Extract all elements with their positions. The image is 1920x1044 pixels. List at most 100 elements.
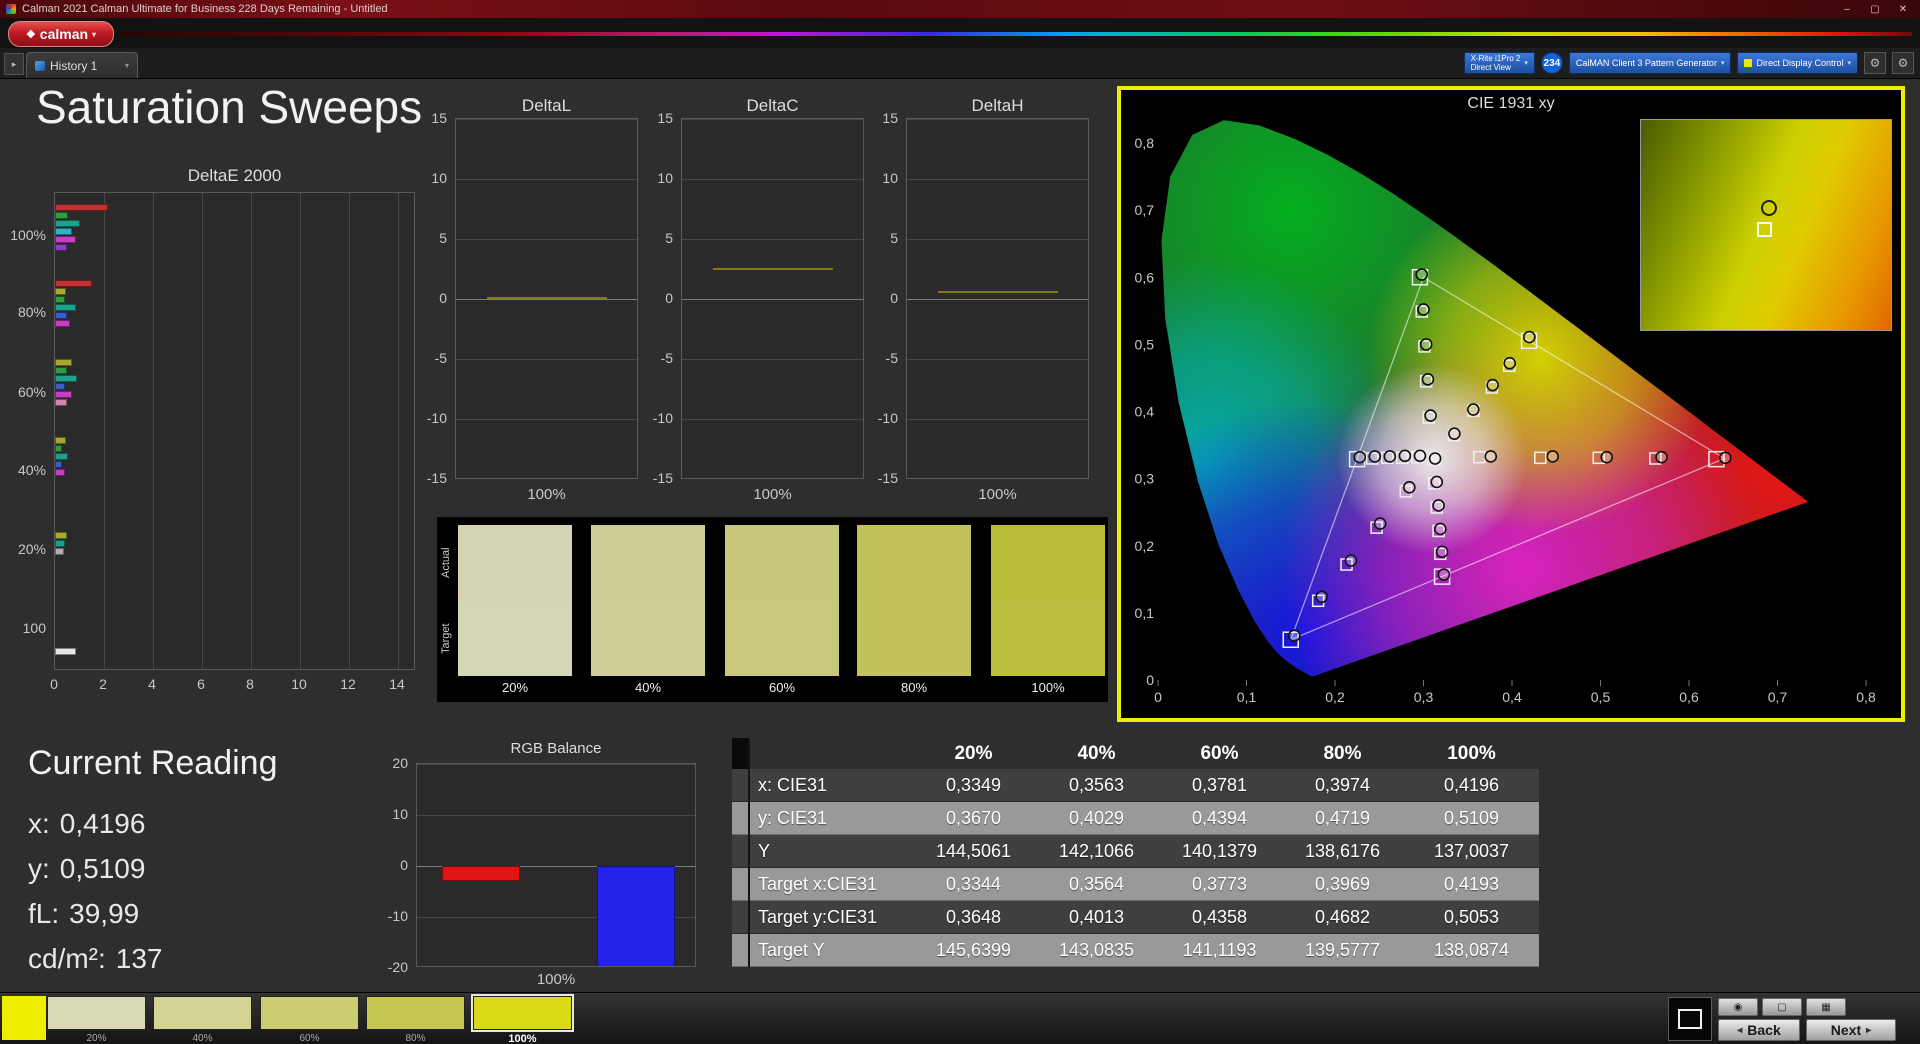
next-button[interactable]: Next ▸ [1806, 1019, 1896, 1041]
deltah-chart-title: DeltaH [971, 96, 1024, 115]
window-titlebar: Calman 2021 Calman Ultimate for Business… [0, 0, 1920, 18]
saturation-level-button-20%[interactable] [47, 996, 146, 1030]
display-capture-button[interactable]: ▢ [1762, 998, 1802, 1016]
cie-measured-marker-blue [1287, 629, 1301, 642]
printer-button[interactable]: ▦ [1806, 998, 1846, 1016]
table-row-gutter [732, 835, 750, 868]
deltac-x-label: 100% [753, 486, 792, 503]
swatch-actual [857, 525, 971, 601]
saturation-level-button-60%[interactable] [260, 996, 359, 1030]
minimize-button[interactable]: – [1836, 4, 1858, 15]
table-cell: 139,5777 [1281, 934, 1404, 967]
cie-y-tick: 0 [1146, 672, 1154, 688]
cie-y-tick: 0,4 [1135, 404, 1155, 420]
delta-gridline [456, 179, 637, 180]
cie-x-tick: 0,8 [1856, 689, 1876, 705]
delta-y-tick: 5 [439, 230, 447, 246]
delta-gridline [456, 239, 637, 240]
history-tab-icon [35, 60, 45, 71]
delta-y-tick: 5 [890, 230, 898, 246]
reading-fl-value: 39,99 [69, 898, 140, 929]
delta-gridline [682, 419, 863, 420]
deltae-bar [55, 540, 65, 547]
deltac-y-axis: 15 10 5 0 -5 -10 -15 [635, 110, 677, 486]
saturation-level-button-100%[interactable] [471, 994, 574, 1032]
table-cell: 0,4013 [1035, 901, 1158, 934]
back-button-label: Back [1747, 1022, 1781, 1038]
table-row-label: x: CIE31 [750, 769, 912, 802]
saturation-level-button-40%[interactable] [153, 996, 252, 1030]
pattern-window-button[interactable] [1668, 997, 1712, 1041]
table-cell: 0,4193 [1404, 868, 1539, 901]
tab-history-1[interactable]: History 1 ▾ [26, 52, 138, 78]
measurement-table: 20% 40% 60% 80% 100% x: CIE31 0,3349 0,3563 0,37… [732, 738, 1539, 967]
swatch-label: 80% [900, 680, 928, 695]
deltae-bar [55, 288, 67, 295]
delta-y-tick: 10 [882, 170, 898, 186]
cie-measured-marker-red [1484, 450, 1498, 463]
table-cell: 141,1193 [1158, 934, 1281, 967]
deltae-y-tick: 20% [17, 541, 46, 557]
deltae-gridline [251, 193, 252, 669]
deltah-x-label: 100% [978, 486, 1017, 503]
workflow-gear-button[interactable]: ⚙ [1892, 52, 1914, 74]
delta-y-tick: -15 [426, 470, 447, 486]
saturation-swatch-20% [458, 525, 572, 676]
delta-gridline [907, 179, 1088, 180]
deltal-chart [455, 118, 638, 479]
reading-y-value: 0,5109 [59, 853, 146, 884]
cie-measured-marker-white [1428, 452, 1442, 465]
table-cell: 0,5053 [1404, 901, 1539, 934]
sidebar-expander-button[interactable]: ▸ [4, 53, 24, 75]
table-cell: 143,0835 [1035, 934, 1158, 967]
deltae-gridline [349, 193, 350, 669]
cie-y-tick: 0,7 [1135, 202, 1155, 218]
cie-measured-marker-yellow [1448, 427, 1461, 440]
current-reading-panel: Current Reading x: 0,4196 y: 0,5109 fL: 39,… [28, 744, 277, 981]
delta-y-tick: 0 [439, 290, 447, 306]
display-control-dropdown[interactable]: Direct Display Control ▾ [1737, 52, 1858, 74]
saturation-level-label: 100% [508, 1033, 537, 1044]
table-cell: 0,3781 [1158, 769, 1281, 802]
luminance-badge: 234 [1540, 52, 1563, 74]
meter-line2: Direct View [1470, 63, 1511, 72]
cie-y-tick: 0,2 [1135, 538, 1155, 554]
cie-measured-marker-green [1415, 268, 1429, 281]
deltae-bar [55, 244, 68, 251]
delta-y-tick: -10 [877, 410, 898, 426]
table-row-gutter [732, 769, 750, 802]
maximize-button[interactable]: ▢ [1864, 4, 1886, 15]
calman-menu-button[interactable]: ❖ calman ▾ [8, 21, 114, 47]
display-control-label: Direct Display Control [1756, 58, 1844, 68]
calman-logo-label: calman [39, 26, 89, 42]
rgb-balance-y-axis: 20 10 0 -10 -20 [372, 755, 412, 975]
device-toolbar: X-Rite i1Pro 2 Direct View ▾ 234 CalMAN … [1463, 51, 1914, 75]
rgb-balance-chart [416, 763, 696, 967]
meter-dropdown[interactable]: X-Rite i1Pro 2 Direct View ▾ [1463, 52, 1535, 74]
deltae-y-tick: 60% [17, 384, 46, 400]
tab-bar: ▸ History 1 ▾ X-Rite i1Pro 2 Direct View… [0, 48, 1920, 79]
pattern-generator-dropdown[interactable]: CalMAN Client 3 Pattern Generator ▾ [1568, 52, 1732, 74]
close-button[interactable]: ✕ [1892, 4, 1914, 15]
cie-measured-marker-red [1655, 450, 1668, 464]
delta-gridline [907, 119, 1088, 120]
delta-gridline [907, 419, 1088, 420]
cie-measured-marker-red [1718, 451, 1732, 465]
table-row-gutter [732, 934, 750, 967]
delta-gridline [456, 299, 637, 300]
camera-button[interactable]: ◉ [1718, 998, 1758, 1016]
saturation-swatch-40% [591, 525, 705, 676]
saturation-level-button-80%[interactable] [366, 996, 465, 1030]
table-cell: 0,3773 [1158, 868, 1281, 901]
back-button[interactable]: ◂ Back [1718, 1019, 1800, 1041]
table-row-gutter [732, 802, 750, 835]
deltae-bar [55, 469, 65, 476]
cie-measured-marker-green [1419, 338, 1433, 351]
deltae-bar [55, 437, 67, 444]
settings-gear-button[interactable]: ⚙ [1864, 52, 1886, 74]
deltae-x-tick: 10 [291, 676, 307, 692]
deltac-bar [713, 267, 833, 270]
swatch-label: 40% [634, 680, 662, 695]
delta-gridline [907, 239, 1088, 240]
chevron-down-icon: ▾ [1524, 60, 1528, 67]
